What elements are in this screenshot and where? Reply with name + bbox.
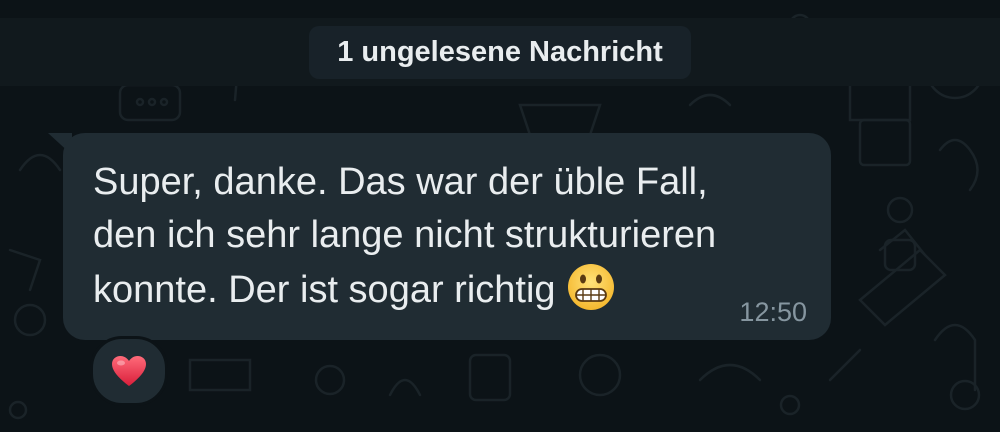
- message-timestamp: 12:50: [739, 297, 807, 327]
- message-line: den ich sehr lange nicht strukturieren: [93, 214, 717, 256]
- unread-messages-divider: 1 ungelesene Nachricht: [0, 18, 1000, 86]
- grimacing-face-icon: [567, 264, 614, 310]
- incoming-message-bubble[interactable]: Super, danke. Das war der üble Fall, den…: [63, 133, 831, 340]
- reaction-badge[interactable]: [90, 336, 168, 406]
- message-line: Super, danke. Das war der üble Fall,: [93, 161, 708, 203]
- message-line: konnte. Der ist sogar richtig: [93, 262, 813, 317]
- unread-count-label: 1 ungelesene Nachricht: [309, 25, 691, 79]
- heart-icon: [112, 356, 146, 386]
- message-text: Super, danke. Das war der üble Fall, den…: [93, 156, 813, 317]
